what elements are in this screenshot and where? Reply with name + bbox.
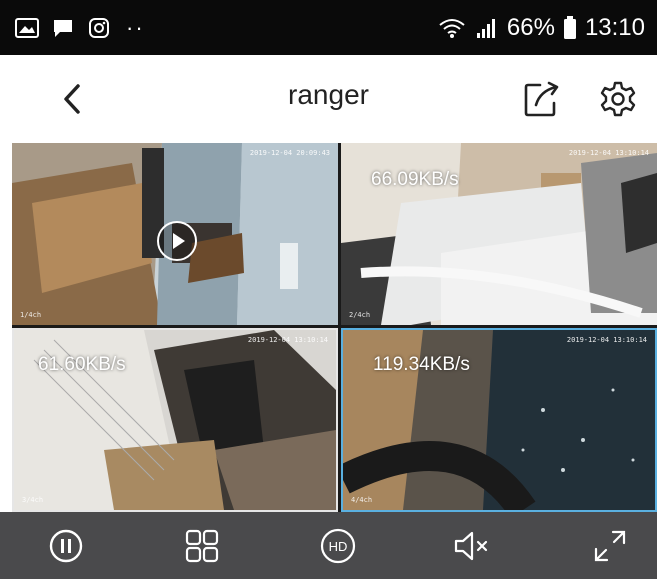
mute-icon xyxy=(454,531,488,561)
share-button[interactable] xyxy=(522,79,560,119)
camera-grid: 2019-12-04 20:09:43 1/4ch 66.09KB/s 2019… xyxy=(12,143,657,512)
hd-icon: HD xyxy=(320,528,356,564)
hd-toggle-button[interactable]: HD xyxy=(318,526,358,566)
camera-label: 2/4ch xyxy=(349,311,371,319)
battery-icon xyxy=(563,15,577,39)
app-header: ranger xyxy=(0,55,657,143)
bitrate-label: 119.34KB/s xyxy=(373,354,470,375)
camera-view-1[interactable]: 2019-12-04 20:09:43 1/4ch xyxy=(12,143,338,325)
camera-view-2[interactable]: 66.09KB/s 2019-12-04 13:10:14 2/4ch xyxy=(341,143,657,325)
play-button[interactable] xyxy=(157,221,197,261)
camera-timestamp: 2019-12-04 13:10:14 xyxy=(566,336,647,344)
status-system: 66% 13:10 xyxy=(439,14,645,42)
share-icon xyxy=(524,81,559,117)
camera-view-4[interactable]: 119.34KB/s 2019-12-04 13:10:14 4/4ch xyxy=(341,328,657,512)
pause-icon xyxy=(49,529,83,563)
grid-layout-button[interactable] xyxy=(182,526,222,566)
mute-button[interactable] xyxy=(452,526,492,566)
camera-timestamp: 2019-12-04 13:10:14 xyxy=(568,149,649,157)
status-notifications: ·· xyxy=(14,15,145,41)
clock: 13:10 xyxy=(584,13,645,41)
pause-button[interactable] xyxy=(46,526,86,566)
more-notifications-indicator: ·· xyxy=(126,14,145,40)
fullscreen-button[interactable] xyxy=(590,526,630,566)
message-icon xyxy=(50,17,76,39)
gallery-notification-icon xyxy=(14,17,40,39)
signal-icon xyxy=(473,17,499,39)
settings-icon xyxy=(600,81,636,117)
battery-percent: 66% xyxy=(506,13,555,41)
camera-view-3[interactable]: 61.60KB/s 2019-12-04 13:10:14 3/4ch xyxy=(12,328,338,512)
bitrate-label: 66.09KB/s xyxy=(371,169,459,190)
status-bar: ·· 66% 13:10 xyxy=(0,0,657,55)
camera-label: 4/4ch xyxy=(351,496,373,504)
instagram-icon xyxy=(86,17,112,39)
fullscreen-icon xyxy=(594,530,626,562)
settings-button[interactable] xyxy=(598,79,638,119)
camera-label: 3/4ch xyxy=(22,496,44,504)
grid-layout-icon xyxy=(185,529,219,563)
playback-toolbar: HD xyxy=(0,512,657,579)
camera-timestamp: 2019-12-04 20:09:43 xyxy=(249,149,330,157)
bitrate-label: 61.60KB/s xyxy=(38,354,126,375)
camera-label: 1/4ch xyxy=(20,311,42,319)
camera-timestamp: 2019-12-04 13:10:14 xyxy=(247,336,328,344)
hd-label: HD xyxy=(329,539,348,554)
wifi-icon xyxy=(439,17,465,39)
